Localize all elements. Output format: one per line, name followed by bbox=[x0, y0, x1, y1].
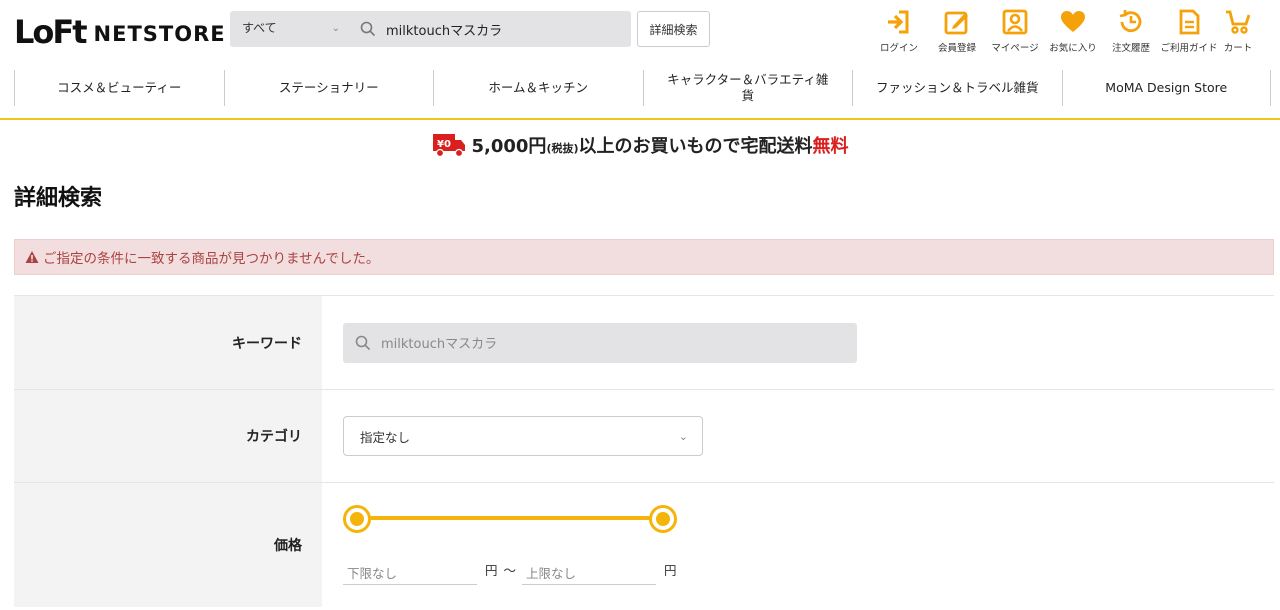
nav-item-label: MoMA Design Store bbox=[1105, 79, 1228, 95]
keyword-input[interactable]: milktouchマスカラ bbox=[343, 322, 857, 363]
header-search-input[interactable]: milktouchマスカラ bbox=[386, 20, 502, 39]
price-fields: 下限なし 円 ～ 上限なし 円 bbox=[343, 559, 677, 585]
history-link[interactable]: 注文履歴 bbox=[1102, 8, 1160, 54]
truck-badge-text: ¥0 bbox=[437, 139, 451, 150]
nav-item-moma[interactable]: MoMA Design Store bbox=[1061, 70, 1271, 106]
nav-divider bbox=[0, 118, 1280, 120]
nav-item-cosme[interactable]: コスメ＆ビューティー bbox=[14, 70, 224, 106]
heart-icon bbox=[1061, 11, 1085, 32]
guide-label: ご利用ガイド bbox=[1160, 43, 1218, 54]
truck-icon: ¥0 bbox=[432, 134, 465, 158]
banner-tax: (税抜) bbox=[546, 142, 579, 155]
search-scope-value: すべて bbox=[242, 21, 277, 35]
alert-message: ご指定の条件に一致する商品が見つかりませんでした。 bbox=[43, 251, 380, 267]
mypage-label: マイページ bbox=[991, 43, 1039, 54]
chevron-down-icon: ⌄ bbox=[331, 23, 340, 34]
banner-text: 5,000円(税抜)以上のお買いもので宅配送料無料 bbox=[472, 132, 849, 158]
banner-message: 以上のお買いもので宅配送料 bbox=[578, 136, 813, 157]
keyword-label: キーワード bbox=[14, 296, 322, 389]
price-slider-max-handle[interactable] bbox=[649, 505, 677, 533]
cart-link[interactable]: カート bbox=[1218, 8, 1258, 54]
cart-icon bbox=[1226, 10, 1251, 34]
register-link[interactable]: 会員登録 bbox=[928, 8, 986, 54]
price-slider-track[interactable] bbox=[357, 516, 663, 520]
category-label: カテゴリ bbox=[14, 390, 322, 482]
banner-free: 無料 bbox=[812, 136, 849, 157]
cart-label: カート bbox=[1223, 43, 1253, 54]
nav-item-label: コスメ＆ビューティー bbox=[57, 79, 182, 95]
guide-link[interactable]: ご利用ガイド bbox=[1160, 8, 1218, 54]
search-scope-select[interactable]: すべて ⌄ bbox=[230, 11, 352, 47]
free-shipping-banner[interactable]: ¥0 5,000円(税抜)以上のお買いもので宅配送料無料 bbox=[0, 130, 1280, 160]
price-max-input[interactable]: 上限なし bbox=[522, 559, 657, 585]
warning-icon bbox=[25, 251, 39, 263]
keyword-body: milktouchマスカラ bbox=[322, 296, 1274, 389]
price-max-unit: 円 bbox=[664, 563, 677, 578]
keyword-row: キーワード milktouchマスカラ bbox=[14, 295, 1274, 389]
search-icon bbox=[355, 335, 371, 350]
guide-icon bbox=[1179, 9, 1200, 35]
keyword-value: milktouchマスカラ bbox=[381, 337, 498, 352]
price-label: 価格 bbox=[14, 483, 322, 607]
no-results-alert: ご指定の条件に一致する商品が見つかりませんでした。 bbox=[14, 239, 1274, 275]
nav-item-fashion[interactable]: ファッション＆トラベル雑貨 bbox=[852, 70, 1062, 106]
nav-item-label: ホーム＆キッチン bbox=[488, 79, 589, 95]
register-label: 会員登録 bbox=[937, 43, 976, 54]
category-body: 指定なし ⌄ bbox=[322, 390, 1274, 482]
category-row: カテゴリ 指定なし ⌄ bbox=[14, 389, 1274, 482]
logo-mark: LoFt bbox=[14, 13, 88, 51]
price-min-unit: 円 bbox=[485, 563, 498, 578]
register-icon bbox=[944, 11, 968, 35]
banner-amount: 5,000円 bbox=[471, 136, 547, 157]
nav-item-stationery[interactable]: ステーショナリー bbox=[223, 70, 434, 106]
mypage-icon bbox=[1002, 9, 1028, 35]
advanced-search-button[interactable]: 詳細検索 bbox=[637, 11, 710, 47]
site-logo[interactable]: LoFt NETSTORE bbox=[14, 12, 226, 48]
history-icon bbox=[1119, 10, 1142, 33]
advanced-search-form: キーワード milktouchマスカラ カテゴリ 指定なし ⌄ 価格 下限なし … bbox=[14, 295, 1274, 607]
login-label: ログイン bbox=[879, 43, 918, 54]
nav-item-label: ファッション＆トラベル雑貨 bbox=[875, 79, 1039, 95]
favorite-label: お気に入り bbox=[1049, 43, 1097, 54]
login-icon bbox=[888, 10, 909, 34]
nav-item-home-kitchen[interactable]: ホーム＆キッチン bbox=[433, 70, 643, 106]
price-slider-min-handle[interactable] bbox=[343, 505, 371, 533]
price-range: 下限なし 円 ～ 上限なし 円 bbox=[343, 505, 683, 595]
price-separator: ～ bbox=[503, 563, 517, 578]
category-nav: コスメ＆ビューティー ステーショナリー ホーム＆キッチン キャラクター＆バラエテ… bbox=[0, 70, 1280, 118]
category-select[interactable]: 指定なし ⌄ bbox=[343, 416, 703, 456]
header-search-bar: すべて ⌄ milktouchマスカラ bbox=[230, 11, 631, 47]
mypage-link[interactable]: マイページ bbox=[986, 8, 1044, 54]
page-title: 詳細検索 bbox=[14, 186, 103, 211]
login-link[interactable]: ログイン bbox=[870, 8, 928, 54]
favorite-link[interactable]: お気に入り bbox=[1044, 8, 1102, 54]
nav-item-label: ステーショナリー bbox=[278, 79, 379, 95]
site-header: LoFt NETSTORE すべて ⌄ milktouchマスカラ 詳細検索 ロ… bbox=[0, 0, 1280, 70]
nav-item-character[interactable]: キャラクター＆バラエティ雑貨 bbox=[642, 70, 853, 106]
nav-item-label: キャラクター＆バラエティ雑貨 bbox=[667, 71, 829, 103]
search-icon[interactable] bbox=[360, 21, 376, 37]
price-body: 下限なし 円 ～ 上限なし 円 bbox=[322, 483, 1274, 607]
price-row: 価格 下限なし 円 ～ 上限なし 円 bbox=[14, 482, 1274, 607]
header-icon-links: ログイン 会員登録 マイページ お気に入り 注文履歴 ご利用ガイド カート bbox=[870, 8, 1258, 54]
category-value: 指定なし bbox=[360, 429, 411, 445]
chevron-down-icon: ⌄ bbox=[678, 430, 688, 443]
price-min-input[interactable]: 下限なし bbox=[343, 559, 477, 585]
history-label: 注文履歴 bbox=[1111, 43, 1150, 54]
logo-text: NETSTORE bbox=[93, 22, 226, 46]
